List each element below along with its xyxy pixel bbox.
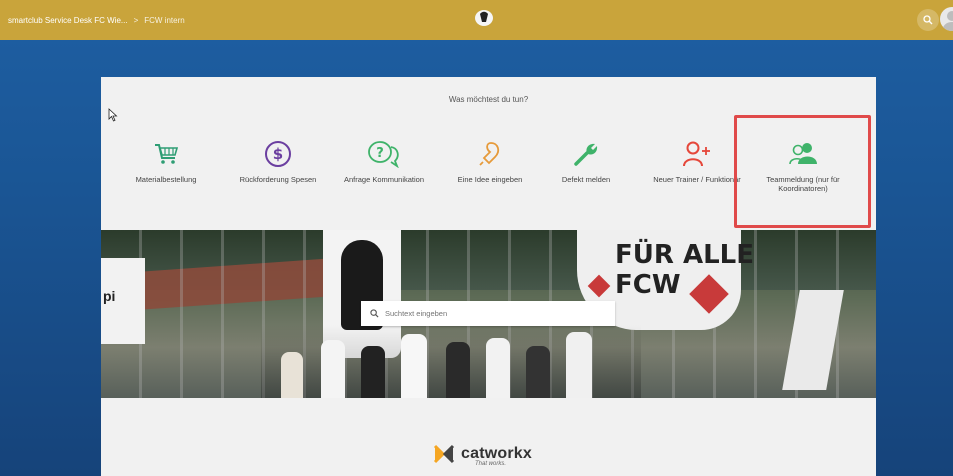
club-logo-icon[interactable]	[474, 8, 494, 28]
tile-label: Materialbestellung	[135, 175, 197, 184]
svg-text:?: ?	[376, 146, 384, 161]
banner-sign: pi	[101, 258, 145, 344]
search-icon	[370, 309, 379, 318]
add-user-icon	[647, 137, 747, 171]
crowd	[261, 325, 641, 398]
breadcrumb-current[interactable]: FCW intern	[144, 16, 184, 25]
tile-rueckforderung-spesen[interactable]: $ Rückforderung Spesen	[228, 137, 328, 184]
cart-icon	[116, 137, 216, 171]
tile-label: Rückforderung Spesen	[239, 175, 317, 184]
top-bar: smartclub Service Desk FC Wie... > FCW i…	[0, 0, 953, 40]
search-field[interactable]	[385, 309, 595, 318]
breadcrumb-home[interactable]: smartclub Service Desk FC Wie...	[8, 16, 128, 25]
tile-label: Anfrage Kommunikation	[343, 175, 425, 184]
breadcrumb: smartclub Service Desk FC Wie... > FCW i…	[0, 16, 185, 25]
lightbulb-icon	[440, 137, 540, 171]
user-avatar[interactable]	[940, 7, 953, 31]
catworkx-logo: catworkx That works.	[433, 444, 532, 467]
search-input[interactable]	[361, 301, 615, 326]
dollar-icon: $	[228, 137, 328, 171]
breadcrumb-separator: >	[133, 15, 139, 25]
highlight-frame	[734, 115, 871, 228]
wrench-icon	[536, 137, 636, 171]
brand-tagline: That works.	[475, 461, 507, 467]
question-chat-icon: ?	[334, 137, 434, 171]
mouse-cursor-icon	[108, 108, 118, 122]
tile-label: Neuer Trainer / Funktionär	[653, 175, 741, 184]
tile-idee-eingeben[interactable]: Eine Idee eingeben	[440, 137, 540, 184]
tile-materialbestellung[interactable]: Materialbestellung	[116, 137, 216, 184]
tile-anfrage-kommunikation[interactable]: ? Anfrage Kommunikation	[334, 137, 434, 184]
svg-text:$: $	[273, 145, 283, 163]
tile-label: Defekt melden	[561, 175, 611, 184]
search-icon[interactable]	[917, 9, 939, 31]
tile-defekt-melden[interactable]: Defekt melden	[536, 137, 636, 184]
tile-label: Eine Idee eingeben	[457, 175, 523, 184]
tile-neuer-trainer[interactable]: Neuer Trainer / Funktionär	[647, 137, 747, 184]
catworkx-x-icon	[433, 444, 455, 464]
